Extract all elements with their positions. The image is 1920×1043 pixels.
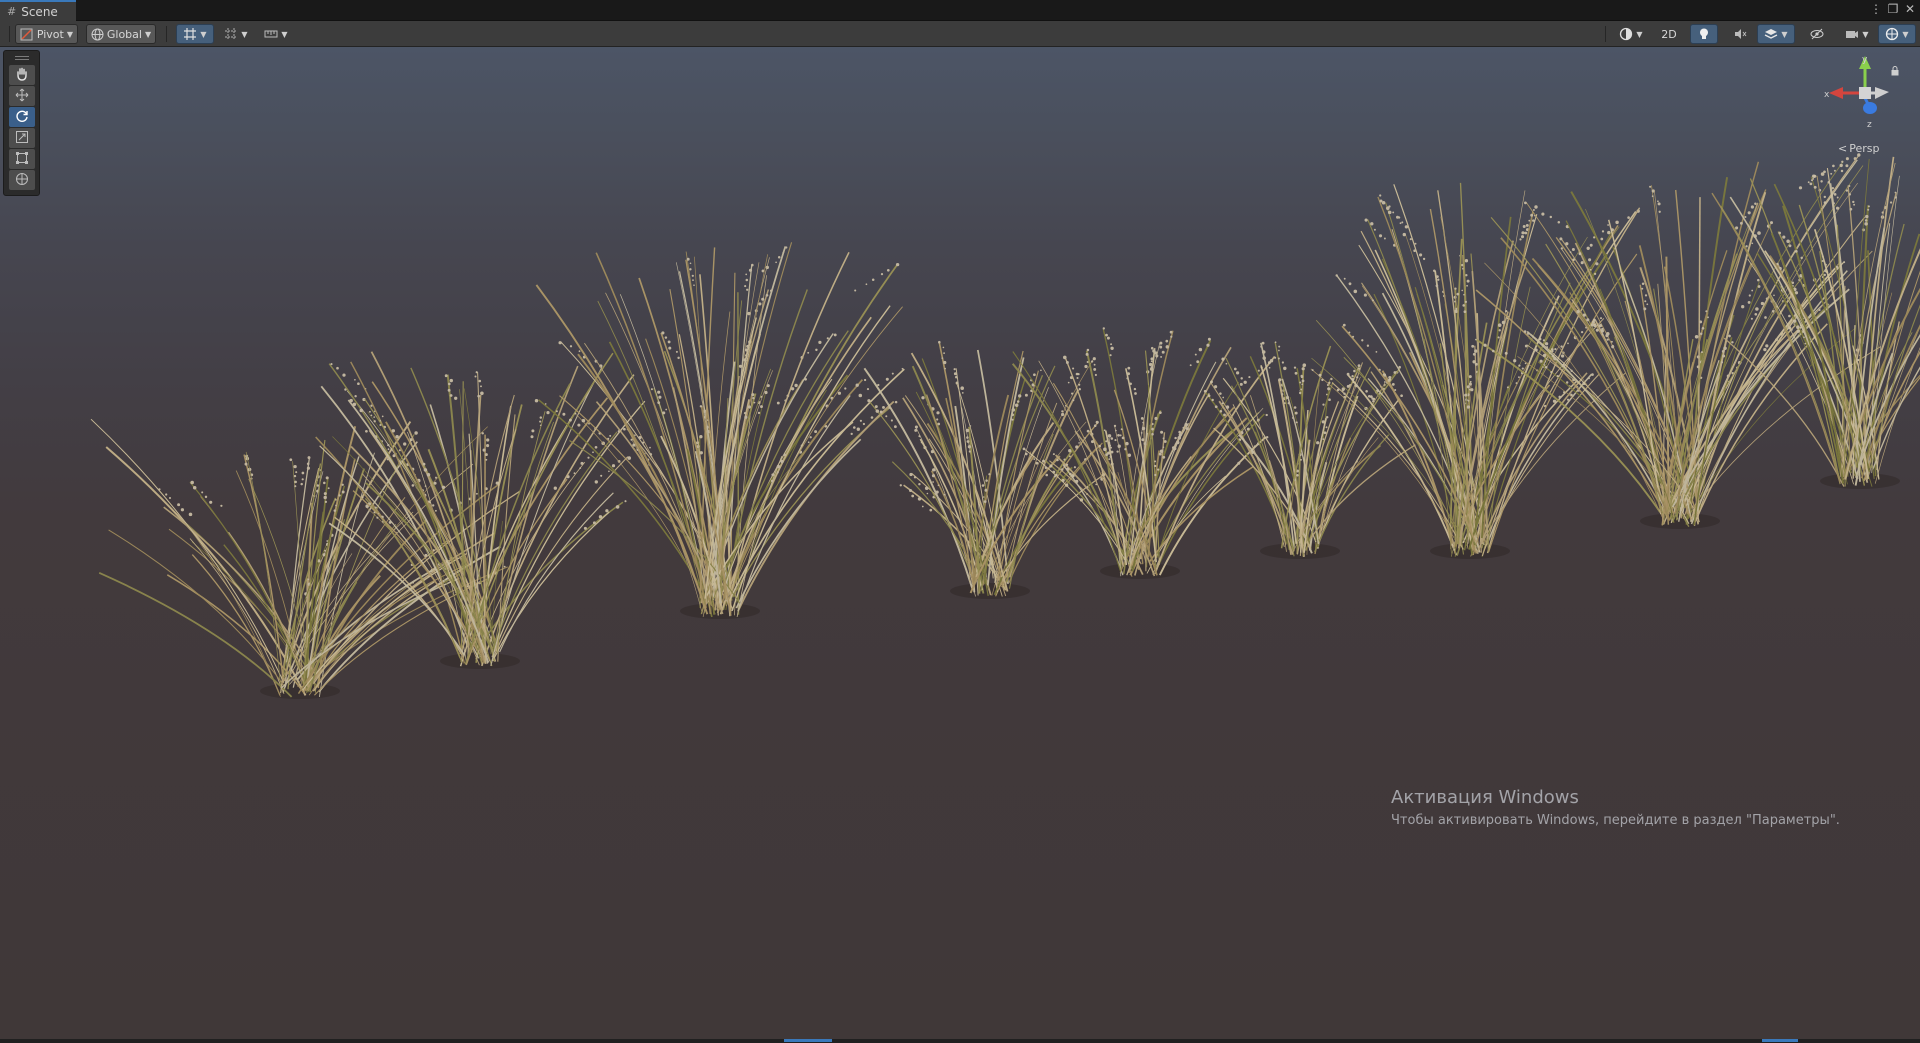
chevron-down-icon: ▼ (144, 29, 152, 39)
axis-x-label: x (1824, 90, 1830, 100)
rotate-tool-button[interactable] (9, 107, 35, 127)
scene-effects-dropdown[interactable]: ▼ (1757, 24, 1795, 44)
grass-clump (1711, 156, 1920, 489)
perspective-icon: < (1838, 142, 1848, 155)
mode-2d-label: 2D (1661, 27, 1677, 41)
chevron-down-icon: ▼ (1862, 29, 1869, 39)
grass-clump (1310, 182, 1641, 559)
watermark-text: Чтобы активировать Windows, перейдите в … (1391, 813, 1840, 828)
camera-icon (1845, 27, 1859, 41)
increment-snap-dropdown[interactable]: ▼ (258, 24, 294, 44)
gizmo-globe-icon (1885, 27, 1899, 41)
eye-hidden-icon (1810, 27, 1824, 41)
tab-scene-label: Scene (21, 4, 58, 19)
axis-z-label: z (1867, 120, 1872, 130)
scene-lighting-toggle[interactable] (1690, 24, 1718, 44)
grid-toggle-icon (183, 27, 197, 41)
scene-viewport[interactable]: y x z < Persp Активация Windows Чтобы ак… (0, 47, 1920, 1039)
scale-tool-button[interactable] (9, 128, 35, 148)
status-highlight (1762, 1039, 1798, 1042)
ruler-icon (264, 27, 278, 41)
pivot-icon (20, 27, 34, 41)
tool-palette (3, 50, 40, 196)
rect-tool-button[interactable] (9, 149, 35, 169)
windows-activation-watermark: Активация Windows Чтобы активировать Win… (1391, 787, 1840, 828)
scene-grid-icon: # (7, 5, 17, 18)
grid-visibility-dropdown[interactable]: ▼ (176, 24, 214, 44)
chevron-down-icon: ▼ (241, 29, 248, 39)
toolbar-separator (9, 26, 10, 42)
grass-clump (1011, 327, 1277, 579)
toolbar-separator (1605, 26, 1606, 42)
lightbulb-icon (1697, 27, 1711, 41)
transform-all-icon (15, 171, 29, 190)
rotate-icon (15, 108, 29, 127)
rect-transform-icon (15, 150, 29, 169)
toolbar-separator (166, 26, 167, 42)
drag-handle-icon[interactable] (15, 56, 29, 60)
mode-2d-toggle[interactable]: 2D (1654, 24, 1684, 44)
pivot-dropdown[interactable]: Pivot ▼ (15, 24, 78, 44)
close-icon[interactable]: ✕ (1903, 2, 1917, 16)
scene-toolbar: Pivot ▼ Global ▼ ▼ ▼ ▼ ▼ 2D ▼ ▼ ▼ (0, 21, 1920, 47)
chevron-down-icon: ▼ (66, 29, 73, 39)
chevron-down-icon: ▼ (1781, 29, 1788, 39)
move-arrows-icon (15, 87, 29, 106)
watermark-title: Активация Windows (1391, 787, 1579, 808)
status-strip (0, 1039, 1920, 1043)
globe-icon (91, 27, 104, 41)
draw-mode-dropdown[interactable]: ▼ (1612, 24, 1650, 44)
maximize-icon[interactable]: ❐ (1886, 2, 1900, 16)
global-label: Global (106, 27, 142, 41)
projection-label: Persp (1849, 142, 1880, 155)
hand-icon (15, 66, 29, 85)
grass-clump (315, 351, 646, 669)
hand-tool-button[interactable] (9, 65, 35, 85)
chevron-down-icon: ▼ (1902, 29, 1909, 39)
chevron-down-icon: ▼ (1636, 29, 1643, 39)
more-options-icon[interactable]: ⋮ (1869, 2, 1883, 16)
projection-toggle[interactable]: < Persp (1838, 142, 1879, 155)
tab-bar: # Scene ⋮ ❐ ✕ (0, 0, 1920, 21)
layers-effects-icon (1764, 27, 1778, 41)
pivot-label: Pivot (36, 27, 64, 41)
grass-clump (534, 242, 905, 619)
grid-snapping-dropdown[interactable]: ▼ (218, 24, 254, 44)
camera-settings-dropdown[interactable]: ▼ (1838, 24, 1876, 44)
scene-audio-toggle[interactable] (1726, 24, 1754, 44)
grass-scene-render (90, 153, 1920, 699)
move-tool-button[interactable] (9, 86, 35, 106)
transform-tool-button[interactable] (9, 170, 35, 190)
scale-icon (15, 129, 29, 148)
lock-icon[interactable] (1891, 61, 1899, 80)
status-highlight (784, 1039, 832, 1042)
global-dropdown[interactable]: Global ▼ (86, 24, 156, 44)
tab-scene[interactable]: # Scene (0, 0, 76, 21)
chevron-down-icon: ▼ (281, 29, 288, 39)
grid-snap-icon (224, 27, 238, 41)
chevron-down-icon: ▼ (200, 29, 207, 39)
audio-mute-icon (1733, 27, 1747, 41)
shading-sphere-icon (1619, 27, 1633, 41)
gizmos-dropdown[interactable]: ▼ (1878, 24, 1916, 44)
scene-visibility-toggle[interactable] (1803, 24, 1831, 44)
orientation-gizmo[interactable]: y x z (1815, 54, 1915, 154)
axis-y-label: y (1862, 55, 1868, 65)
